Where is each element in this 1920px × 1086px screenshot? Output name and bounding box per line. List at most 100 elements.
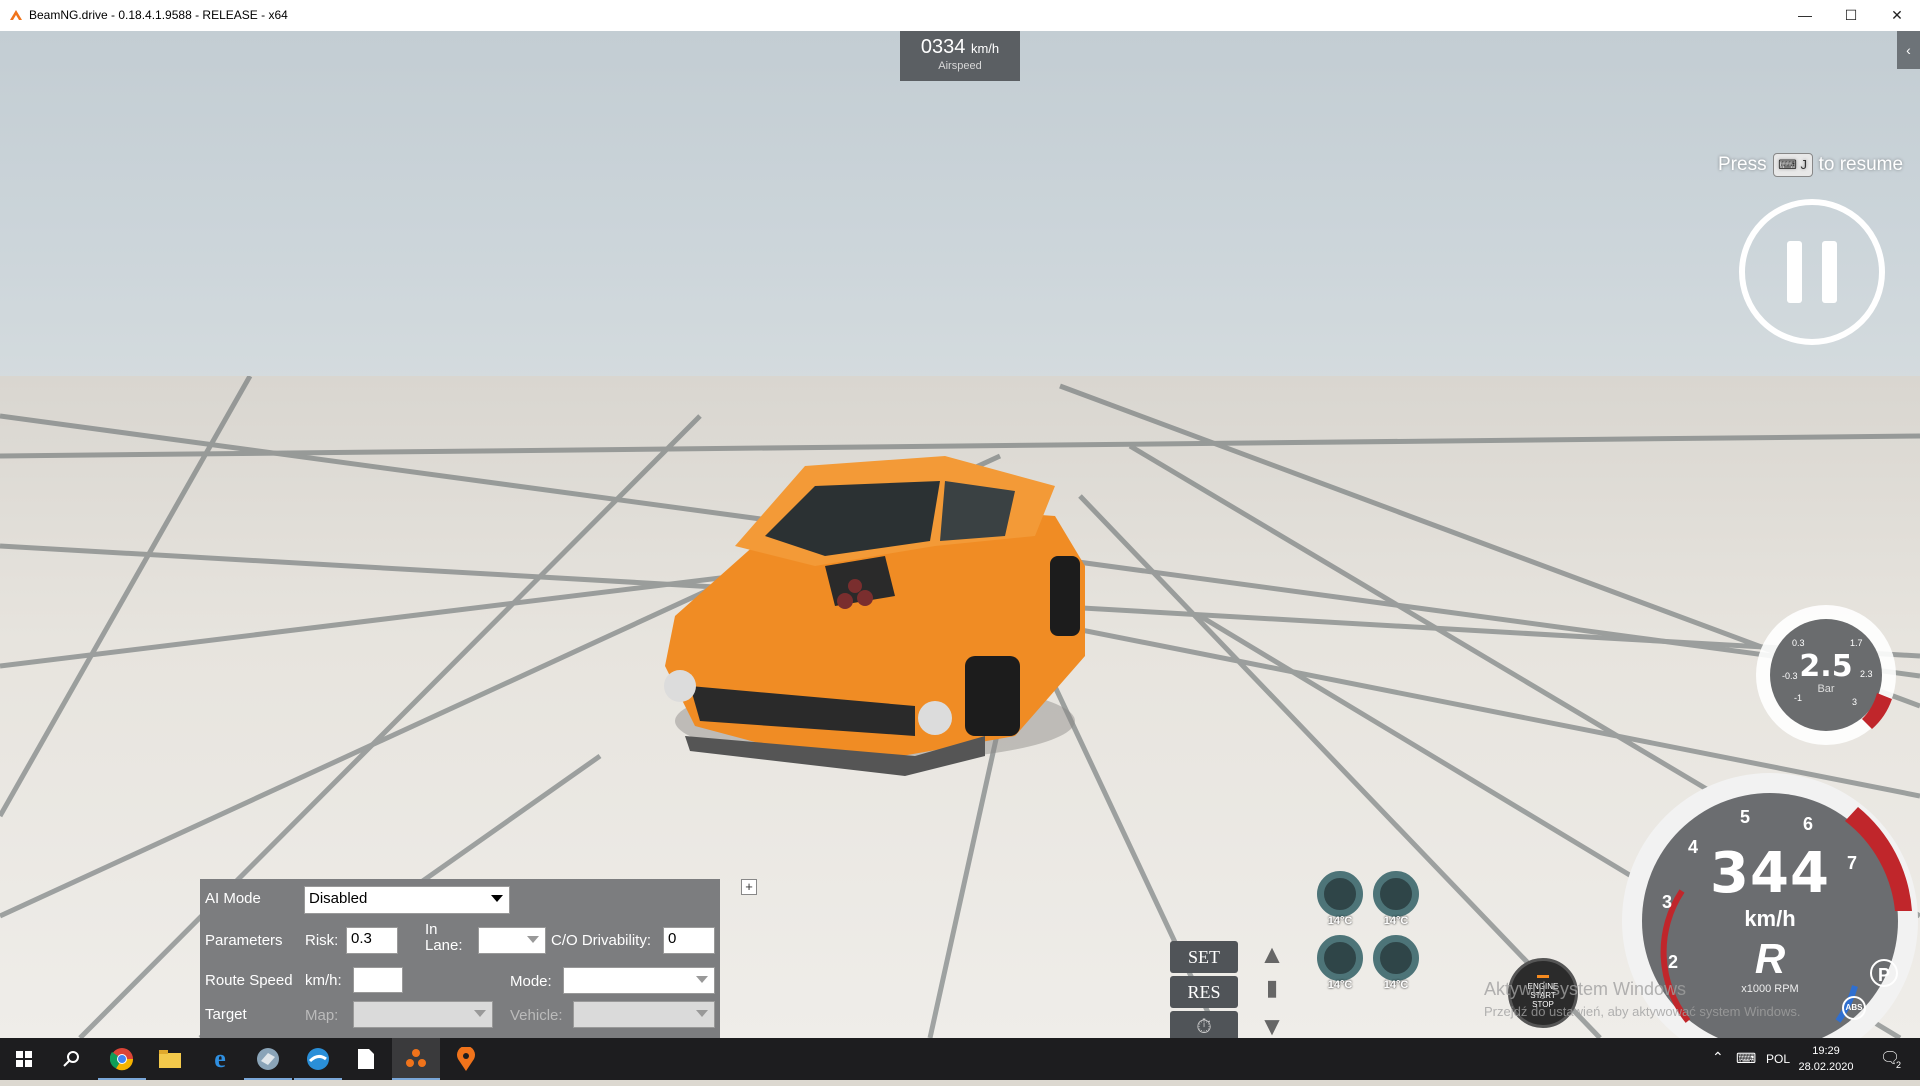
window-title: BeamNG.drive - 0.18.4.1.9588 - RELEASE -… <box>29 8 288 22</box>
windows-taskbar: e ⌃ ⌨ POL 19:29 28.02.2020 🗨 2 <box>0 1038 1920 1080</box>
maximize-button[interactable]: ☐ <box>1828 0 1874 31</box>
watermark-title: Aktywuj system Windows <box>1484 979 1687 999</box>
tyre-icon <box>1373 935 1419 981</box>
tyre-icon <box>1317 871 1363 917</box>
mode-select[interactable] <box>563 967 715 994</box>
parameters-label: Parameters <box>205 932 283 949</box>
cruise-set-button[interactable]: SET <box>1170 941 1238 973</box>
minimize-button[interactable]: — <box>1782 0 1828 31</box>
search-icon[interactable] <box>48 1038 96 1080</box>
tyre-temperatures: 14°C 14°C 14°C 14°C <box>1315 871 1425 1001</box>
abs-icon: ABS <box>1842 996 1866 1020</box>
beamng-taskbar-icon[interactable] <box>392 1038 440 1080</box>
mode-label: Mode: <box>510 973 552 990</box>
resume-text: to resume <box>1818 154 1904 175</box>
vehicle-select[interactable] <box>573 1001 715 1028</box>
ai-mode-select[interactable]: Disabled <box>304 886 510 914</box>
ai-mode-label: AI Mode <box>205 890 261 907</box>
boost-tick-6: 3 <box>1852 697 1857 707</box>
clock-time: 19:29 <box>1812 1045 1840 1057</box>
drivability-input[interactable]: 0 <box>663 927 715 954</box>
language-indicator[interactable]: POL <box>1766 1052 1790 1066</box>
cruise-arrows: ▲ ▮ ▼ <box>1257 939 1287 1038</box>
map-select[interactable] <box>353 1001 493 1028</box>
tyre-front-right: 14°C <box>1371 871 1421 927</box>
chrome-icon[interactable] <box>98 1038 146 1080</box>
airspeed-value: 0334 <box>920 36 966 58</box>
risk-label: Risk: <box>305 932 339 949</box>
keyboard-key-icon: ⌨ J <box>1772 153 1813 177</box>
notification-count: 2 <box>1896 1060 1902 1070</box>
tyre-icon <box>1317 935 1363 981</box>
engine-indicator <box>1537 975 1549 978</box>
windows-start-icon[interactable] <box>0 1038 48 1080</box>
chevron-left-icon[interactable]: ‹ <box>1897 31 1920 69</box>
watermark-subtitle: Przejdź do ustawień, aby aktywować syste… <box>1484 1004 1801 1019</box>
boost-tick-3: 0.3 <box>1792 638 1805 648</box>
window-titlebar: BeamNG.drive - 0.18.4.1.9588 - RELEASE -… <box>0 0 1920 32</box>
route-speed-label: Route Speed <box>205 972 293 989</box>
drivability-label: C/O Drivability: <box>551 932 652 949</box>
airspeed-label: Airspeed <box>938 60 982 72</box>
chevron-down-icon <box>696 1010 708 1017</box>
tyre-icon <box>1373 871 1419 917</box>
ai-mode-value: Disabled <box>309 890 368 907</box>
speed-limiter-icon[interactable]: ⏱ <box>1170 1011 1238 1038</box>
sky <box>0 31 1920 381</box>
ai-control-panel: AI Mode Disabled Parameters Risk: 0.3 In… <box>200 879 720 1038</box>
beamng-app-icon <box>10 10 22 20</box>
target-label: Target <box>205 1006 247 1023</box>
keyboard-icon[interactable]: ⌨ <box>1736 1050 1756 1067</box>
file-explorer-icon[interactable] <box>146 1038 194 1080</box>
speed-unit: km/h <box>1744 906 1796 931</box>
tyre-temp: 14°C <box>1327 979 1353 991</box>
arrow-up-icon[interactable]: ▲ <box>1257 939 1287 975</box>
speed-bar-icon: ▮ <box>1265 975 1279 1000</box>
taskbar-clock[interactable]: 19:29 28.02.2020 <box>1795 1043 1857 1075</box>
vehicle-label: Vehicle: <box>510 1007 563 1024</box>
risk-input[interactable]: 0.3 <box>346 927 398 954</box>
parking-brake-icon: P <box>1870 959 1898 987</box>
orange-car <box>664 456 1085 776</box>
clock-date: 28.02.2020 <box>1798 1061 1854 1073</box>
windows-activation-watermark: Aktywuj system Windows Przejdź do ustawi… <box>1484 979 1800 1019</box>
chevron-down-icon <box>527 936 539 943</box>
tyre-rear-left: 14°C <box>1315 935 1365 991</box>
boost-gauge: -1 -0.3 0.3 1.7 2.3 3 2.5 Bar <box>1752 601 1900 749</box>
airspeed-unit: km/h <box>970 41 1000 56</box>
cruise-control: SET RES ⏱ <box>1170 941 1240 1038</box>
close-button[interactable]: ✕ <box>1874 0 1920 31</box>
resume-press-text: Press <box>1718 154 1767 175</box>
arrow-down-icon[interactable]: ▼ <box>1257 1011 1287 1038</box>
app-bird-icon[interactable] <box>244 1038 292 1080</box>
tyre-rear-right: 14°C <box>1371 935 1421 991</box>
app-pin-icon[interactable] <box>442 1038 490 1080</box>
route-speed-input[interactable] <box>353 967 403 993</box>
resume-prompt: Press ⌨ J to resume <box>1718 153 1903 177</box>
chevron-down-icon <box>491 895 503 902</box>
boost-tick-4: 1.7 <box>1850 638 1863 648</box>
app-wave-icon[interactable] <box>294 1038 342 1080</box>
rpm-tick-5: 5 <box>1740 807 1750 827</box>
boost-value: 2.5 <box>1799 649 1853 684</box>
chevron-down-icon <box>474 1010 486 1017</box>
airspeed-display: 0334 km/h Airspeed <box>900 31 1020 81</box>
map-label: Map: <box>305 1007 339 1024</box>
tyre-temp: 14°C <box>1383 979 1409 991</box>
chevron-up-icon[interactable]: ⌃ <box>1712 1049 1724 1066</box>
notes-icon[interactable] <box>342 1038 390 1080</box>
speed-value: 344 <box>1710 841 1830 906</box>
kmh-label: km/h: <box>305 972 342 989</box>
in-lane-label: In Lane: <box>425 921 463 954</box>
chevron-down-icon <box>696 976 708 983</box>
cruise-res-button[interactable]: RES <box>1170 976 1238 1008</box>
tyre-temp: 14°C <box>1383 915 1409 927</box>
tyre-temp: 14°C <box>1327 915 1353 927</box>
tyre-front-left: 14°C <box>1315 871 1365 927</box>
edge-icon[interactable]: e <box>196 1038 244 1080</box>
boost-unit: Bar <box>1817 683 1835 695</box>
pause-icon[interactable] <box>1739 199 1885 345</box>
rpm-tick-6: 6 <box>1803 814 1813 834</box>
expand-panel-button[interactable]: + <box>741 879 757 895</box>
in-lane-select[interactable] <box>478 927 546 954</box>
